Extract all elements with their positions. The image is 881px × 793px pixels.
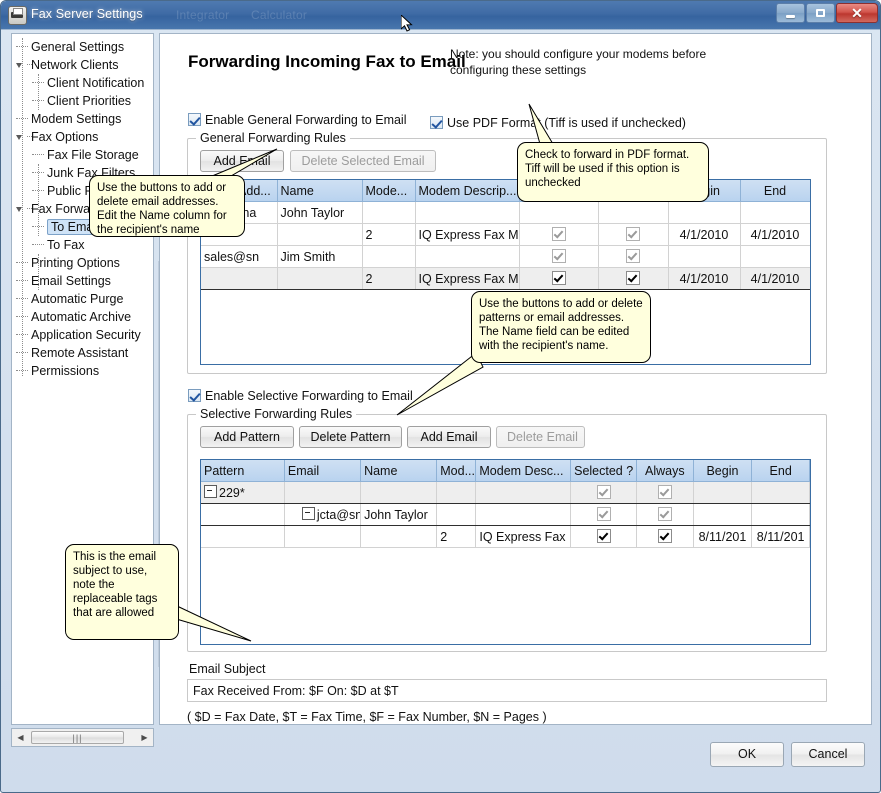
callout-add-delete-email: Use the buttons to add or delete email a… xyxy=(89,175,245,237)
callout-add-delete-pattern: Use the buttons to add or delete pattern… xyxy=(471,291,651,363)
callout-text: Check to forward in PDF format. Tiff wil… xyxy=(525,149,690,189)
mouse-cursor xyxy=(401,15,413,32)
callout-text: Use the buttons to add or delete email a… xyxy=(97,182,227,236)
fax-server-settings-window: Fax Server Settings Integrator Calculato… xyxy=(0,0,881,793)
callout-email-subject: This is the email subject to use, note t… xyxy=(65,544,179,640)
callout-text: Use the buttons to add or delete pattern… xyxy=(479,298,643,352)
callout-text: This is the email subject to use, note t… xyxy=(73,551,158,619)
callout-leader-lines xyxy=(172,103,554,642)
callout-pdf-format: Check to forward in PDF format. Tiff wil… xyxy=(517,142,709,202)
